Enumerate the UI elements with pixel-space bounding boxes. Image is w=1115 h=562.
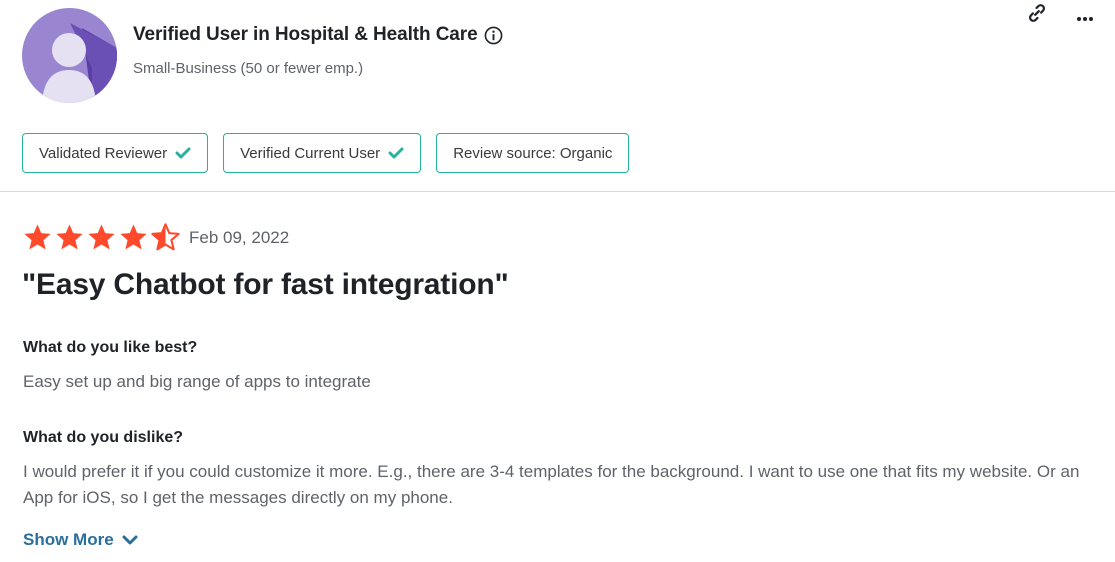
more-horizontal-icon[interactable]	[1076, 6, 1094, 28]
link-icon[interactable]	[1026, 2, 1048, 24]
info-circle-icon[interactable]	[484, 26, 503, 45]
person-silhouette-icon	[22, 8, 117, 103]
badge-label: Verified Current User	[240, 144, 381, 162]
section-divider	[0, 191, 1115, 192]
answer-like-best: Easy set up and big range of apps to int…	[23, 372, 371, 391]
star-full-icon	[118, 222, 149, 253]
question-dislike: What do you dislike?	[23, 429, 184, 446]
answer-dislike: I would prefer it if you could customize…	[23, 462, 1080, 507]
badge-validated-reviewer: Validated Reviewer	[22, 133, 209, 173]
badge-list: Validated Reviewer Verified Current User…	[22, 133, 630, 173]
review-date: Feb 09, 2022	[189, 227, 290, 247]
check-icon	[388, 146, 404, 160]
show-more-button[interactable]: Show More	[23, 530, 138, 550]
check-icon	[175, 146, 191, 160]
star-rating	[22, 222, 181, 253]
badge-label: Validated Reviewer	[39, 144, 168, 162]
badge-review-source: Review source: Organic	[436, 133, 630, 173]
star-full-icon	[22, 222, 53, 253]
show-more-label: Show More	[23, 530, 114, 549]
star-full-icon	[54, 222, 85, 253]
star-full-icon	[86, 222, 117, 253]
review-title: "Easy Chatbot for fast integration"	[22, 268, 509, 301]
reviewer-name: Verified User in Hospital & Health Care	[133, 24, 503, 46]
chevron-down-icon	[122, 534, 138, 546]
badge-verified-current-user: Verified Current User	[223, 133, 422, 173]
star-half-icon	[150, 222, 181, 253]
question-like-best: What do you like best?	[23, 339, 198, 356]
avatar	[22, 8, 117, 103]
badge-label: Review source: Organic	[453, 144, 613, 162]
rating-row: Feb 09, 2022	[22, 222, 289, 253]
reviewer-segment: Small-Business (50 or fewer emp.)	[133, 60, 364, 77]
reviewer-name-text: Verified User in Hospital & Health Care	[133, 24, 478, 45]
